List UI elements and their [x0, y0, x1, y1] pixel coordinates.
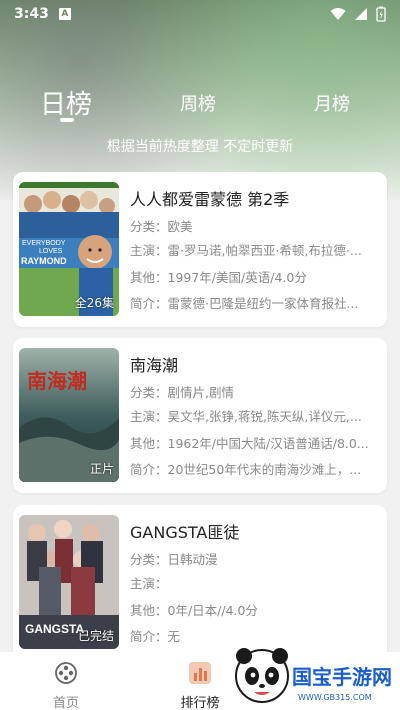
item-intro: 简介：雷蒙德·巴隆是纽约一家体育报社...: [130, 296, 359, 311]
tab-week[interactable]: 周榜: [180, 90, 216, 116]
poster-image[interactable]: EVERYBODY LOVES RAYMOND 全26集: [19, 182, 119, 316]
item-other: 其他：1997年/美国/英语/4.0分: [130, 270, 307, 285]
item-other: 其他：1962年/中国大陆/汉语普通话/8.0...: [130, 436, 369, 451]
item-category: 分类：日韩动漫: [130, 552, 218, 567]
item-category: 分类：欧美: [130, 219, 193, 234]
episode-badge: 全26集: [74, 296, 114, 310]
nav-rank[interactable]: 排行榜: [170, 652, 230, 710]
nav-rank-label: 排行榜: [180, 696, 220, 710]
chart-board-icon: [189, 662, 211, 684]
poster-caption: LOVES: [39, 248, 63, 255]
tab-day[interactable]: 日榜: [40, 84, 92, 121]
status-bar: 3:43 A: [0, 0, 400, 28]
item-title[interactable]: 南海潮: [130, 352, 375, 376]
poster-image[interactable]: 南海潮 正片: [19, 348, 119, 482]
battery-icon: [376, 6, 386, 22]
tab-month[interactable]: 月榜: [314, 90, 350, 116]
item-title[interactable]: 人人都爱雷蒙德 第2季: [130, 186, 375, 210]
status-badge: 已完结: [77, 629, 114, 643]
nav-home[interactable]: 首页: [36, 652, 96, 710]
rank-tabs: 日榜 周榜 月榜: [0, 78, 400, 122]
list-item[interactable]: EVERYBODY LOVES RAYMOND 全26集 人人都爱雷蒙德 第2季…: [13, 172, 387, 327]
tab-indicator: [60, 118, 74, 122]
list-item[interactable]: 南海潮 正片 南海潮 分类：剧情片,剧情 主演：吴文华,张铮,蒋锐,陈天纵,详仪…: [13, 338, 387, 493]
notification-icon: A: [58, 8, 71, 20]
item-title[interactable]: GANGSTA匪徒: [130, 519, 375, 543]
item-cast: 主演：: [130, 576, 168, 591]
item-intro: 简介：20世纪50年代末的南海沙滩上，...: [130, 462, 362, 477]
poster-caption: EVERYBODY: [22, 240, 66, 247]
watermark-url: WWW.GB315.COM: [298, 693, 372, 702]
poster-caption: RAYMOND: [21, 256, 67, 266]
site-watermark: 国宝手游网 WWW.GB315.COM: [232, 640, 400, 710]
watermark-brand: 国宝手游网: [292, 665, 392, 689]
film-reel-icon: [55, 662, 77, 684]
signal-icon: [355, 8, 367, 20]
poster-caption: 南海潮: [27, 369, 87, 393]
status-time: 3:43: [14, 6, 49, 22]
update-note: 根据当前热度整理 不定时更新: [106, 139, 294, 155]
item-other: 其他：0年/日本//4.0分: [130, 603, 258, 618]
item-category: 分类：剧情片,剧情: [130, 385, 234, 400]
wifi-icon: [330, 8, 346, 20]
panda-logo: 国宝手游网 WWW.GB315.COM: [235, 648, 392, 703]
item-cast: 主演：雷·罗马诺,帕翠西亚·希顿,布拉德·...: [130, 243, 362, 258]
item-cast: 主演：吴文华,张铮,蒋锐,陈天纵,详仪元,...: [130, 409, 362, 424]
poster-caption: GANGSTA: [25, 622, 84, 636]
poster-image[interactable]: GANGSTA 已完结: [19, 515, 119, 649]
nav-home-label: 首页: [52, 696, 79, 710]
status-badge: 正片: [89, 462, 114, 476]
